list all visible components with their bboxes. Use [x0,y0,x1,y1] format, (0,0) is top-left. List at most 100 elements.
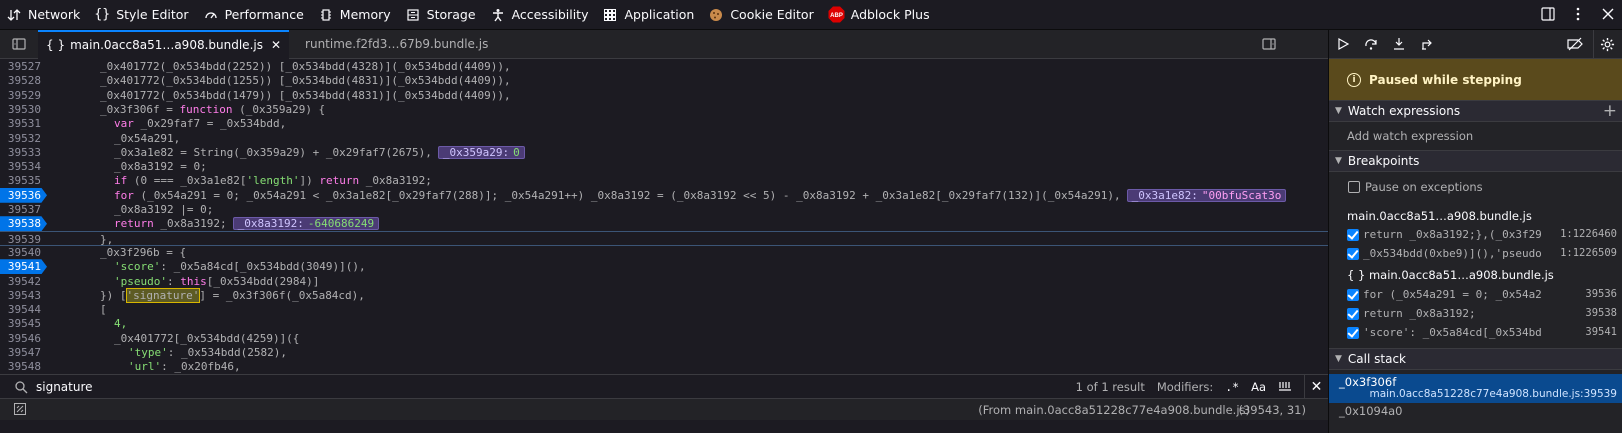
tab-adblock-plus[interactable]: ABP Adblock Plus [821,0,937,30]
toggle-debugger-pane-icon[interactable] [1262,37,1276,54]
pretty-print-icon[interactable] [14,403,26,418]
line-number[interactable]: 39547 [0,345,47,360]
breakpoint-checkbox[interactable] [1347,308,1359,320]
breakpoint-item[interactable]: return _0x8a3192;},(_0x3f29… 1:1226460 [1329,226,1622,245]
code-line[interactable]: 39537 _0x8a3192 |= 0; [0,202,1328,217]
line-number[interactable]: 39529 [0,88,47,103]
tab-network[interactable]: Network [0,0,87,30]
breakpoint-location: 1:1226460 [1560,228,1617,240]
line-number[interactable]: 39545 [0,316,47,331]
breakpoint-line-number[interactable]: 39536 [0,187,47,203]
pause-on-exceptions-checkbox[interactable] [1348,181,1360,193]
line-number[interactable]: 39543 [0,288,47,303]
breakpoint-checkbox[interactable] [1347,229,1359,241]
code-token: 'url' [128,360,162,374]
search-input[interactable]: signature [36,380,93,394]
line-number[interactable]: 39532 [0,131,47,146]
code-line[interactable]: 39543}) ['signature'] = _0x3f306f(_0x5a8… [0,287,1328,303]
breakpoint-item[interactable]: 'score': _0x5a84cd[_0x534bdd(30… 39541 [1329,324,1622,343]
tab-accessibility[interactable]: Accessibility [483,0,596,30]
close-tab-icon[interactable]: ✕ [271,38,281,52]
code-line[interactable]: 39536 for (_0x54a291 = 0; _0x54a291 < _0x… [0,187,1328,203]
code-line[interactable]: 39541 'score': _0x5a84cd[_0x534bdd(3049)]… [0,259,1328,275]
tab-memory[interactable]: Memory [311,0,398,30]
line-number[interactable]: 39546 [0,331,47,346]
code-line[interactable]: 39533 _0x3a1e82 = String(_0x359a29) + _0x… [0,145,1328,160]
code-line[interactable]: 39546 _0x401772[_0x534bdd(4259)]({ [0,331,1328,346]
tab-application[interactable]: Application [595,0,701,30]
breakpoint-line-number[interactable]: 39538 [0,216,47,232]
line-number[interactable]: 39548 [0,359,47,374]
line-number[interactable]: 39534 [0,159,47,174]
code-line[interactable]: 39548 'url': _0x20fb46, [0,359,1328,374]
tab-style-editor[interactable]: {} Style Editor [87,0,195,30]
line-number[interactable]: 39535 [0,173,47,188]
close-search-button[interactable]: ✕ [1304,375,1328,399]
add-watch-icon[interactable]: + [1603,101,1617,121]
code-line[interactable]: 39545 4, [0,316,1328,331]
source-map-origin[interactable]: (From main.0acc8a51228c77e4a908.bundle.j… [978,403,1250,417]
code-line[interactable]: 39542 'pseudo': this[_0x534bdd(2984)] [0,274,1328,289]
code-line[interactable]: 39538 return _0x8a3192; _0x8a3192: -6406862… [0,216,1328,232]
debugger-settings-gear-icon[interactable] [1593,30,1621,59]
line-number[interactable]: 39540 [0,245,47,260]
more-options-icon[interactable] [1570,6,1586,25]
line-number[interactable]: 39530 [0,102,47,117]
breakpoints-header[interactable]: ▼ Breakpoints [1329,150,1622,172]
whole-word-toggle-icon[interactable] [1278,380,1292,395]
code-text: _0x8a3192 |= 0; [114,202,213,217]
code-line[interactable]: 39534 _0x8a3192 = 0; [0,159,1328,174]
code-line[interactable]: 39529 _0x401772(_0x534bdd(1479)) [_0x534b… [0,88,1328,103]
call-stack-frame[interactable]: _0x1094a0 [1339,404,1403,418]
code-line[interactable]: 39539}, [0,230,1328,246]
regex-toggle-button[interactable]: .* [1225,380,1239,394]
resume-icon[interactable] [1329,30,1357,59]
close-devtools-icon[interactable] [1600,6,1616,25]
line-number[interactable]: 39544 [0,302,47,317]
call-stack-frame-selected[interactable]: _0x3f306f main.0acc8a51228c77e4a908.bund… [1329,374,1622,403]
tab-cookie-editor[interactable]: Cookie Editor [701,0,820,30]
line-number[interactable]: 39527 [0,59,47,74]
dock-side-icon[interactable] [1540,6,1556,25]
step-over-icon[interactable] [1357,30,1385,59]
code-line[interactable]: 39544 [ [0,302,1328,317]
inline-variable-preview[interactable]: _0x3a1e82: "00bfuScat3o [1126,188,1287,202]
tab-main-bundle[interactable]: { } main.0acc8a51…a908.bundle.js ✕ [38,29,290,59]
breakpoint-item[interactable]: return _0x8a3192; 39538 [1329,305,1622,324]
toggle-sources-pane-icon[interactable] [0,30,38,59]
line-number[interactable]: 39531 [0,116,47,131]
code-line[interactable]: 39535 if (0 === _0x3a1e82['length']) retu… [0,173,1328,188]
step-in-icon[interactable] [1385,30,1413,59]
code-line[interactable]: 39528 _0x401772(_0x534bdd(1255)) [_0x534b… [0,73,1328,88]
code-text: 'pseudo': this[_0x534bdd(2984)] [114,274,319,289]
line-number[interactable]: 39542 [0,274,47,289]
call-stack-header[interactable]: ▼ Call stack [1329,348,1622,370]
tab-performance[interactable]: Performance [196,0,311,30]
breakpoint-checkbox[interactable] [1347,327,1359,339]
code-editor[interactable]: 39527 _0x401772(_0x534bdd(2252)) [_0x534b… [0,59,1328,374]
breakpoint-item[interactable]: for (_0x54a291 = 0; _0x54a291 <… 39536 [1329,286,1622,305]
breakpoint-checkbox[interactable] [1347,248,1359,260]
breakpoint-checkbox[interactable] [1347,289,1359,301]
inline-variable-preview[interactable]: _0x359a29: 0 [437,145,525,159]
line-number[interactable]: 39533 [0,145,47,160]
inline-variable-preview[interactable]: _0x8a3192: -640686249 [232,217,380,231]
code-line[interactable]: 39527 _0x401772(_0x534bdd(2252)) [_0x534b… [0,59,1328,74]
line-number[interactable]: 39537 [0,202,47,217]
code-line[interactable]: 39531 var _0x29faf7 = _0x534bdd, [0,116,1328,131]
tab-runtime-bundle[interactable]: runtime.f2fd3…67b9.bundle.js [297,30,496,59]
deactivate-breakpoints-icon[interactable] [1561,30,1589,59]
breakpoint-line-number[interactable]: 39541 [0,259,47,275]
line-number[interactable]: 39528 [0,73,47,88]
code-line[interactable]: 39547 'type': _0x534bdd(2582), [0,345,1328,360]
code-line[interactable]: 39532 _0x54a291, [0,131,1328,146]
add-watch-expression-input[interactable]: Add watch expression [1347,129,1473,143]
step-out-icon[interactable] [1413,30,1441,59]
code-line[interactable]: 39540 _0x3f296b = { [0,245,1328,260]
tab-storage[interactable]: Storage [398,0,483,30]
case-sensitive-toggle-button[interactable]: Aa [1251,380,1266,394]
code-line[interactable]: 39530 _0x3f306f = function (_0x359a29) { [0,102,1328,117]
debugger-sidebar: i Paused while stepping ▼ Watch expressi… [1328,30,1622,433]
watch-expressions-header[interactable]: ▼ Watch expressions + [1329,100,1622,122]
breakpoint-item[interactable]: _0x534bdd(0xbe9)](),'pseudo… 1:1226509 [1329,245,1622,264]
